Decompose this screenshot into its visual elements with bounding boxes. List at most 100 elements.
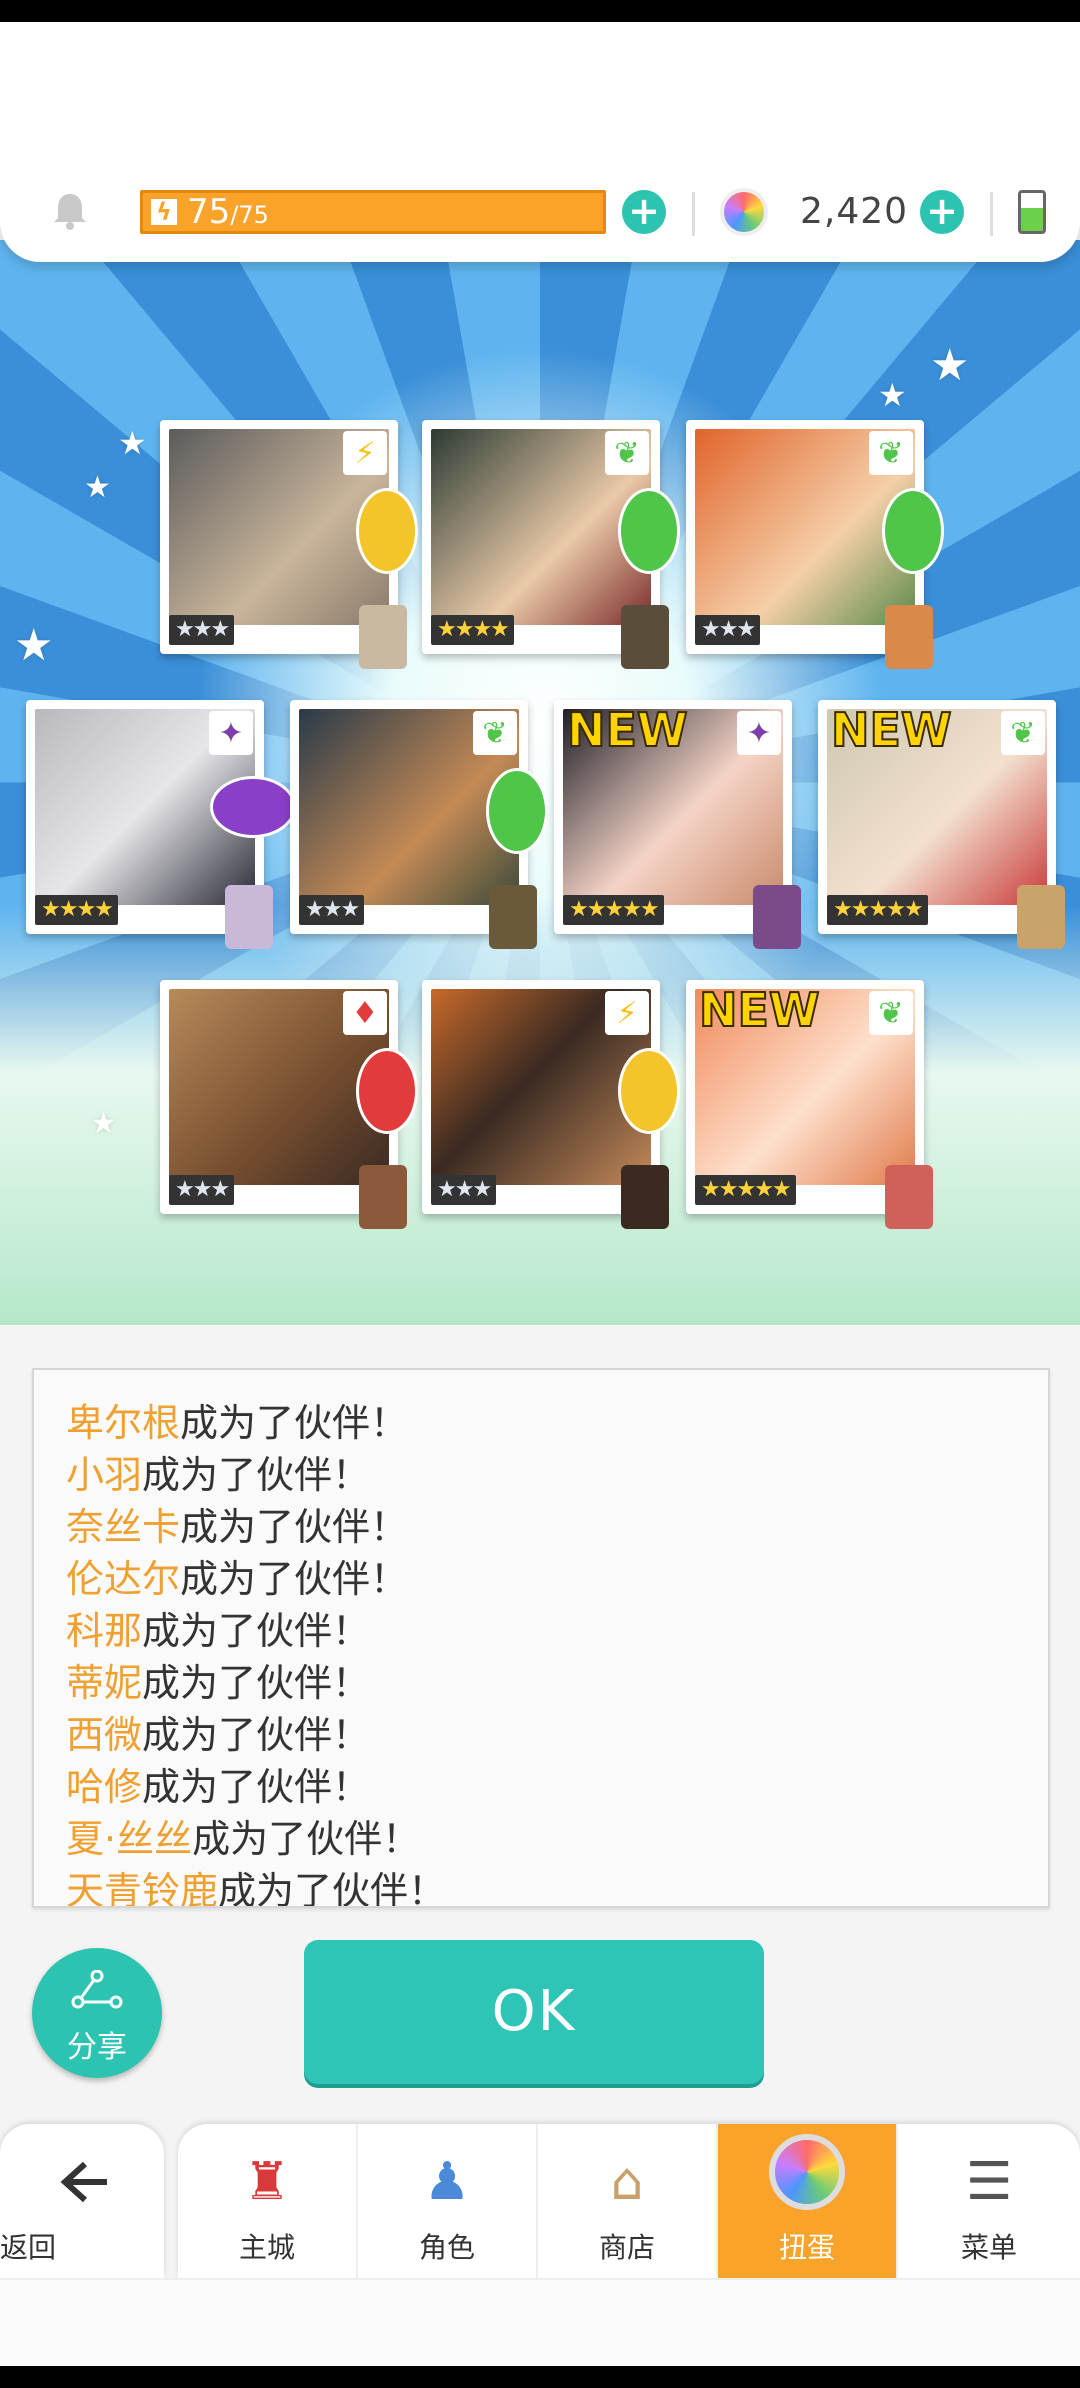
element-icon: ⚡ <box>605 991 649 1035</box>
nav-tab-character[interactable]: ♟ 角色 <box>358 2124 538 2278</box>
character-card[interactable]: NEW ❦ ★★★★★ <box>686 980 933 1229</box>
nav-tab-label: 主城 <box>238 2231 295 2264</box>
gesture-bar <box>0 2366 1080 2388</box>
element-crystal-icon <box>489 771 545 851</box>
gacha-icon <box>769 2134 845 2210</box>
sparkle-star-icon: ★ <box>84 470 111 505</box>
pixel-sprite <box>621 1165 669 1229</box>
character-card[interactable]: ⚡ ★★★ <box>422 980 677 1229</box>
element-icon: ❦ <box>605 431 649 475</box>
pixel-sprite <box>621 605 669 669</box>
menu-icon: ☰ <box>965 2152 1013 2212</box>
log-line: 西微成为了伙伴！ <box>66 1713 371 1757</box>
ok-button[interactable]: OK <box>304 1940 764 2084</box>
character-card[interactable]: NEW ❦ ★★★★★ <box>818 700 1065 949</box>
pixel-sprite <box>489 885 537 949</box>
back-button[interactable]: 返回 <box>0 2124 164 2278</box>
nav-tab-label: 扭蛋 <box>778 2231 835 2264</box>
character-card[interactable]: ⚡ ★★★ <box>160 420 415 669</box>
nav-tab-label: 角色 <box>418 2231 475 2264</box>
divider <box>990 192 993 236</box>
sparkle-star-icon: ★ <box>90 1106 117 1141</box>
rarity-stars: ★★★ <box>695 615 761 645</box>
new-badge: NEW <box>566 702 689 758</box>
nav-tab-shop[interactable]: ⌂ 商店 <box>538 2124 718 2278</box>
nav-tab-castle[interactable]: ♜ 主城 <box>178 2124 358 2278</box>
bottom-spacer <box>0 2278 1080 2366</box>
add-gem-button[interactable]: + <box>920 190 964 234</box>
element-crystal-icon <box>621 491 677 571</box>
character-card[interactable]: ❦ ★★★★ <box>422 420 677 669</box>
nav-tab-label: 菜单 <box>960 2231 1017 2264</box>
rarity-stars: ★★★★★ <box>827 895 928 925</box>
character-card[interactable]: ❦ ★★★ <box>290 700 545 949</box>
rarity-stars: ★★★★★ <box>695 1175 796 1205</box>
back-label: 返回 <box>0 2231 57 2264</box>
share-icon <box>71 1970 123 2009</box>
character-icon: ♟ <box>423 2152 471 2212</box>
rarity-stars: ★★★★★ <box>563 895 664 925</box>
character-card[interactable]: ❦ ★★★ <box>686 420 941 669</box>
result-log[interactable]: 卑尔根成为了伙伴！ 小羽成为了伙伴！ 奈丝卡成为了伙伴！ 伦达尔成为了伙伴！ 科… <box>32 1368 1050 1908</box>
element-crystal-icon <box>885 491 941 571</box>
element-icon: ✦ <box>737 711 781 755</box>
gacha-result-banner: ★ ★ ★ ★ ★ ★ ⚡ ★★★ ❦ ★★★★ ❦ ★★★ ✦ ★★★★ ❦ <box>0 240 1080 1325</box>
rarity-stars: ★★★ <box>431 1175 497 1205</box>
sparkle-star-icon: ★ <box>14 620 54 671</box>
new-badge: NEW <box>830 702 953 758</box>
pixel-sprite <box>885 605 933 669</box>
character-card[interactable]: ♦ ★★★ <box>160 980 415 1229</box>
rarity-stars: ★★★★ <box>35 895 118 925</box>
resource-header: ϟ 75/75 + 2,420 + <box>0 22 1080 262</box>
shop-icon: ⌂ <box>610 2152 644 2212</box>
element-icon: ♦ <box>343 991 387 1035</box>
pixel-sprite <box>359 1165 407 1229</box>
rarity-stars: ★★★ <box>169 615 235 645</box>
bottom-nav: 返回 ♜ 主城 ♟ 角色 ⌂ 商店 扭蛋 ☰ 菜单 <box>0 2118 1080 2278</box>
share-button[interactable]: 分享 <box>32 1948 162 2078</box>
stamina-value: 75/75 <box>187 192 269 232</box>
element-crystal-icon <box>359 491 415 571</box>
gem-count: 2,420 <box>800 191 909 232</box>
pixel-sprite <box>1017 885 1065 949</box>
log-line: 蒂妮成为了伙伴！ <box>66 1661 371 1705</box>
pixel-sprite <box>359 605 407 669</box>
nav-tab-gacha[interactable]: 扭蛋 <box>718 2124 898 2278</box>
log-line: 夏·丝丝成为了伙伴！ <box>66 1817 421 1861</box>
log-line: 奈丝卡成为了伙伴！ <box>66 1505 409 1549</box>
stamina-bar: ϟ 75/75 <box>140 190 606 234</box>
log-line: 卑尔根成为了伙伴！ <box>66 1401 409 1445</box>
nav-tab-label: 商店 <box>598 2231 655 2264</box>
sparkle-star-icon: ★ <box>878 376 907 414</box>
bell-icon[interactable] <box>48 188 92 232</box>
status-bar <box>0 0 1080 22</box>
castle-icon: ♜ <box>243 2152 291 2212</box>
nav-tabs: ♜ 主城 ♟ 角色 ⌂ 商店 扭蛋 ☰ 菜单 <box>178 2124 1080 2278</box>
rarity-stars: ★★★ <box>299 895 365 925</box>
sparkle-star-icon: ★ <box>930 340 970 391</box>
rarity-stars: ★★★★ <box>431 615 514 645</box>
divider <box>692 192 695 236</box>
gem-icon <box>720 188 768 236</box>
element-icon: ✦ <box>209 711 253 755</box>
log-line: 科那成为了伙伴！ <box>66 1609 371 1653</box>
element-crystal-icon <box>359 1051 415 1131</box>
pixel-sprite <box>753 885 801 949</box>
character-card[interactable]: NEW ✦ ★★★★★ <box>554 700 801 949</box>
element-crystal-icon <box>621 1051 677 1131</box>
battery-icon <box>1018 190 1046 234</box>
log-line: 天青铃鹿成为了伙伴！ <box>66 1869 447 1908</box>
sparkle-star-icon: ★ <box>118 424 147 462</box>
rarity-stars: ★★★ <box>169 1175 235 1205</box>
log-line: 伦达尔成为了伙伴！ <box>66 1557 409 1601</box>
log-line: 小羽成为了伙伴！ <box>66 1453 371 1497</box>
pixel-sprite <box>225 885 273 949</box>
element-icon: ❦ <box>869 991 913 1035</box>
element-icon: ❦ <box>1001 711 1045 755</box>
stamina-icon: ϟ <box>149 197 179 227</box>
add-stamina-button[interactable]: + <box>622 190 666 234</box>
new-badge: NEW <box>698 982 821 1038</box>
back-arrow-icon <box>60 2161 107 2203</box>
nav-tab-menu[interactable]: ☰ 菜单 <box>898 2124 1080 2278</box>
character-card[interactable]: ✦ ★★★★ <box>26 700 293 949</box>
